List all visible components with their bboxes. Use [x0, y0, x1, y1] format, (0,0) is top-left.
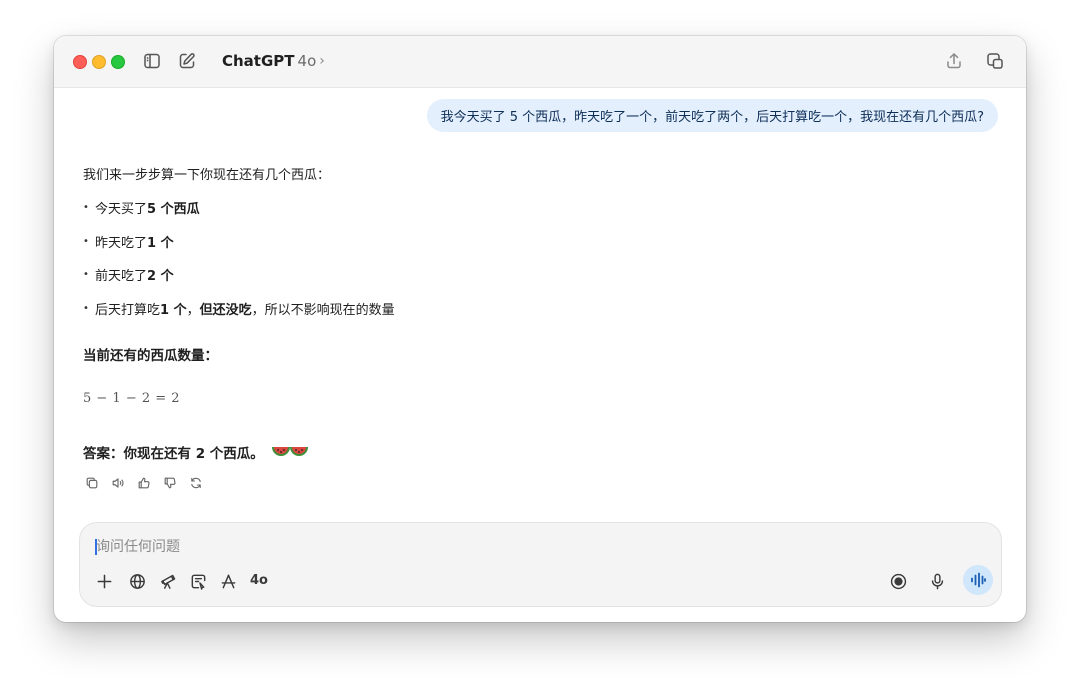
thumbs-down-icon[interactable] — [161, 474, 179, 492]
list-item: • 前天吃了 2 个 — [83, 269, 174, 284]
voice-mode-button[interactable] — [963, 565, 993, 595]
app-name: ChatGPT — [222, 52, 295, 70]
title-bar: ChatGPT 4o › — [54, 36, 1026, 88]
model-selector[interactable]: ChatGPT 4o › — [222, 52, 325, 70]
answer-line: 答案：你现在还有 2 个西瓜。 — [83, 442, 308, 463]
model-badge[interactable]: 4o — [250, 573, 268, 588]
math-formula: 5 − 1 − 2 = 2 — [83, 391, 181, 406]
sidebar-toggle-icon[interactable] — [142, 51, 162, 71]
thumbs-up-icon[interactable] — [135, 474, 153, 492]
plus-icon[interactable] — [93, 570, 115, 592]
copy-icon[interactable] — [83, 474, 101, 492]
apps-icon[interactable] — [217, 570, 239, 592]
window-overlay-icon[interactable] — [985, 51, 1005, 71]
list-item: • 昨天吃了 1 个 — [83, 236, 174, 251]
speaker-icon[interactable] — [109, 474, 127, 492]
watermelon-icon — [271, 445, 308, 463]
close-window-button[interactable] — [73, 55, 87, 69]
canvas-icon[interactable] — [187, 570, 209, 592]
record-icon[interactable] — [887, 570, 909, 592]
microphone-icon[interactable] — [926, 570, 948, 592]
assistant-intro: 我们来一步步算一下你现在还有几个西瓜： — [83, 168, 331, 183]
share-icon[interactable] — [944, 51, 964, 71]
telescope-icon[interactable] — [157, 570, 179, 592]
zoom-window-button[interactable] — [111, 55, 125, 69]
message-actions — [83, 474, 205, 492]
refresh-icon[interactable] — [187, 474, 205, 492]
app-window: ChatGPT 4o › 我今天买了 5 个西瓜，昨天吃了一个，前天吃了两个，后… — [54, 36, 1026, 622]
list-item: • 后天打算吃 1 个，但还没吃 ，所以不影响现在的数量 — [83, 303, 395, 318]
minimize-window-button[interactable] — [92, 55, 106, 69]
compose-icon[interactable] — [177, 51, 197, 71]
user-message: 我今天买了 5 个西瓜，昨天吃了一个，前天吃了两个，后天打算吃一个，我现在还有几… — [426, 99, 998, 132]
chevron-right-icon: › — [319, 53, 325, 69]
globe-icon[interactable] — [126, 570, 148, 592]
message-composer: 4o — [79, 522, 1002, 607]
section-heading: 当前还有的西瓜数量： — [83, 348, 218, 364]
voice-waveform-icon — [969, 571, 987, 589]
model-name: 4o — [297, 52, 317, 70]
list-item: • 今天买了 5 个西瓜 — [83, 202, 200, 217]
message-input[interactable] — [94, 535, 898, 559]
